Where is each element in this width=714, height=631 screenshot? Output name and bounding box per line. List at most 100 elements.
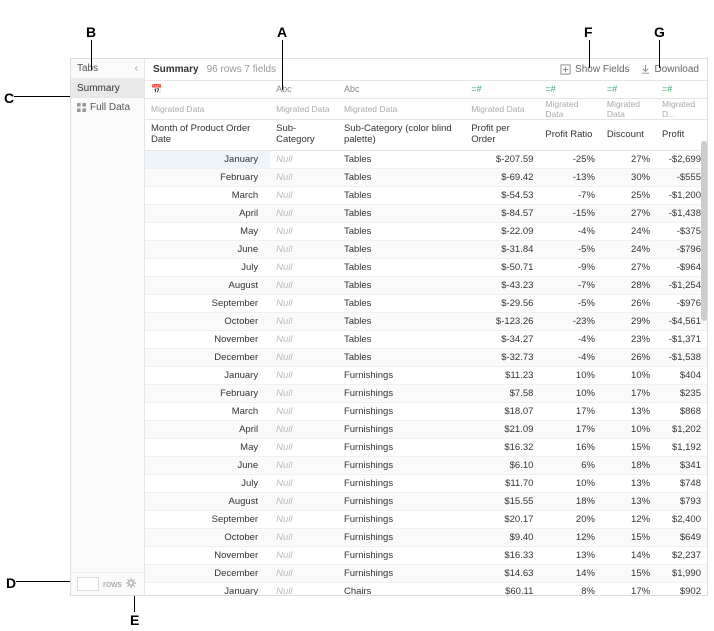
table-row[interactable]: JanuaryNullFurnishings$11.2310%10%$404 xyxy=(145,367,707,385)
scrollbar-thumb[interactable] xyxy=(701,141,707,321)
table-row[interactable]: DecemberNullFurnishings$14.6314%15%$1,99… xyxy=(145,565,707,583)
table-cell: $404 xyxy=(656,367,707,385)
table-cell: Null xyxy=(270,367,338,385)
table-cell: $16.32 xyxy=(465,439,539,457)
table-cell: Tables xyxy=(338,295,465,313)
table-cell: Tables xyxy=(338,331,465,349)
table-cell: December xyxy=(145,565,270,583)
table-cell: -$964 xyxy=(656,259,707,277)
table-cell: Tables xyxy=(338,241,465,259)
col-header[interactable]: Profit xyxy=(656,120,707,151)
table-cell: January xyxy=(145,367,270,385)
tab-label: Full Data xyxy=(90,102,130,113)
table-cell: Null xyxy=(270,529,338,547)
col-header[interactable]: Discount xyxy=(601,120,656,151)
table-cell: $11.70 xyxy=(465,475,539,493)
table-cell: 16% xyxy=(539,439,601,457)
collapse-sidebar-icon[interactable]: ‹ xyxy=(135,63,138,74)
table-cell: $60.11 xyxy=(465,583,539,596)
table-cell: September xyxy=(145,295,270,313)
app-window: Tabs ‹ Summary Full Data rows xyxy=(70,58,708,596)
table-cell: May xyxy=(145,223,270,241)
table-cell: Furnishings xyxy=(338,439,465,457)
table-row[interactable]: OctoberNullTables$-123.26-23%29%-$4,561 xyxy=(145,313,707,331)
table-cell: Null xyxy=(270,475,338,493)
col-header[interactable]: Profit Ratio xyxy=(539,120,601,151)
col-header[interactable]: Month of Product Order Date xyxy=(145,120,270,151)
table-cell: $16.33 xyxy=(465,547,539,565)
table-cell: $748 xyxy=(656,475,707,493)
table-row[interactable]: DecemberNullTables$-32.73-4%26%-$1,538 xyxy=(145,349,707,367)
rows-label: rows xyxy=(103,579,122,589)
table-cell: $18.07 xyxy=(465,403,539,421)
table-row[interactable]: AugustNullTables$-43.23-7%28%-$1,254 xyxy=(145,277,707,295)
table-cell: -9% xyxy=(539,259,601,277)
table-cell: 10% xyxy=(601,367,656,385)
table-cell: -$1,371 xyxy=(656,331,707,349)
col-header[interactable]: Sub-Category (color blind palette) xyxy=(338,120,465,151)
rows-input[interactable] xyxy=(77,577,99,591)
table-cell: -5% xyxy=(539,241,601,259)
table-cell: February xyxy=(145,385,270,403)
table-row[interactable]: MayNullTables$-22.09-4%24%-$375 xyxy=(145,223,707,241)
download-button[interactable]: Download xyxy=(640,64,699,75)
table-cell: Furnishings xyxy=(338,403,465,421)
table-row[interactable]: SeptemberNullTables$-29.56-5%26%-$976 xyxy=(145,295,707,313)
col-header[interactable]: Sub-Category xyxy=(270,120,338,151)
col-header[interactable]: Profit per Order xyxy=(465,120,539,151)
table-cell: $7.58 xyxy=(465,385,539,403)
data-grid-scroll[interactable]: 📅AbcAbc=#=#=#=# Migrated DataMigrated Da… xyxy=(145,81,707,595)
table-row[interactable]: MayNullFurnishings$16.3216%15%$1,192 xyxy=(145,439,707,457)
grid-icon xyxy=(77,103,86,112)
table-row[interactable]: NovemberNullTables$-34.27-4%23%-$1,371 xyxy=(145,331,707,349)
table-cell: June xyxy=(145,241,270,259)
table-cell: April xyxy=(145,421,270,439)
table-cell: Null xyxy=(270,277,338,295)
table-cell: September xyxy=(145,511,270,529)
table-cell: -$2,699 xyxy=(656,151,707,169)
table-cell: Tables xyxy=(338,223,465,241)
table-row[interactable]: SeptemberNullFurnishings$20.1720%12%$2,4… xyxy=(145,511,707,529)
table-row[interactable]: AprilNullFurnishings$21.0917%10%$1,202 xyxy=(145,421,707,439)
col-type-icon: Abc xyxy=(338,81,465,99)
table-cell: 27% xyxy=(601,151,656,169)
table-cell: 30% xyxy=(601,169,656,187)
table-row[interactable]: MarchNullFurnishings$18.0717%13%$868 xyxy=(145,403,707,421)
table-cell: 29% xyxy=(601,313,656,331)
table-cell: 18% xyxy=(539,493,601,511)
table-cell: Null xyxy=(270,205,338,223)
annotation-b: B xyxy=(86,24,96,40)
table-row[interactable]: FebruaryNullTables$-69.42-13%30%-$555 xyxy=(145,169,707,187)
table-row[interactable]: JulyNullFurnishings$11.7010%13%$748 xyxy=(145,475,707,493)
tab-summary[interactable]: Summary xyxy=(71,79,144,98)
tab-full-data[interactable]: Full Data xyxy=(71,98,144,117)
table-row[interactable]: JanuaryNullChairs$60.118%17%$902 xyxy=(145,583,707,596)
table-cell: 10% xyxy=(539,367,601,385)
col-source: Migrated Data xyxy=(601,99,656,120)
table-row[interactable]: NovemberNullFurnishings$16.3313%14%$2,23… xyxy=(145,547,707,565)
table-row[interactable]: JuneNullTables$-31.84-5%24%-$796 xyxy=(145,241,707,259)
table-cell: $1,202 xyxy=(656,421,707,439)
col-source: Migrated Data xyxy=(270,99,338,120)
show-fields-button[interactable]: Show Fields xyxy=(560,64,629,75)
table-cell: Furnishings xyxy=(338,493,465,511)
table-row[interactable]: AugustNullFurnishings$15.5518%13%$793 xyxy=(145,493,707,511)
table-row[interactable]: JuneNullFurnishings$6.106%18%$341 xyxy=(145,457,707,475)
table-row[interactable]: JanuaryNullTables$-207.59-25%27%-$2,699 xyxy=(145,151,707,169)
table-cell: June xyxy=(145,457,270,475)
table-cell: $-84.57 xyxy=(465,205,539,223)
table-row[interactable]: MarchNullTables$-54.53-7%25%-$1,200 xyxy=(145,187,707,205)
table-row[interactable]: AprilNullTables$-84.57-15%27%-$1,438 xyxy=(145,205,707,223)
table-cell: 13% xyxy=(601,403,656,421)
table-row[interactable]: FebruaryNullFurnishings$7.5810%17%$235 xyxy=(145,385,707,403)
table-cell: $6.10 xyxy=(465,457,539,475)
table-cell: December xyxy=(145,349,270,367)
annotation-g: G xyxy=(654,24,665,40)
table-cell: March xyxy=(145,403,270,421)
table-cell: 24% xyxy=(601,241,656,259)
sidebar-title: Tabs xyxy=(77,63,98,74)
settings-icon[interactable] xyxy=(126,578,136,590)
table-row[interactable]: JulyNullTables$-50.71-9%27%-$964 xyxy=(145,259,707,277)
table-cell: Furnishings xyxy=(338,421,465,439)
table-row[interactable]: OctoberNullFurnishings$9.4012%15%$649 xyxy=(145,529,707,547)
